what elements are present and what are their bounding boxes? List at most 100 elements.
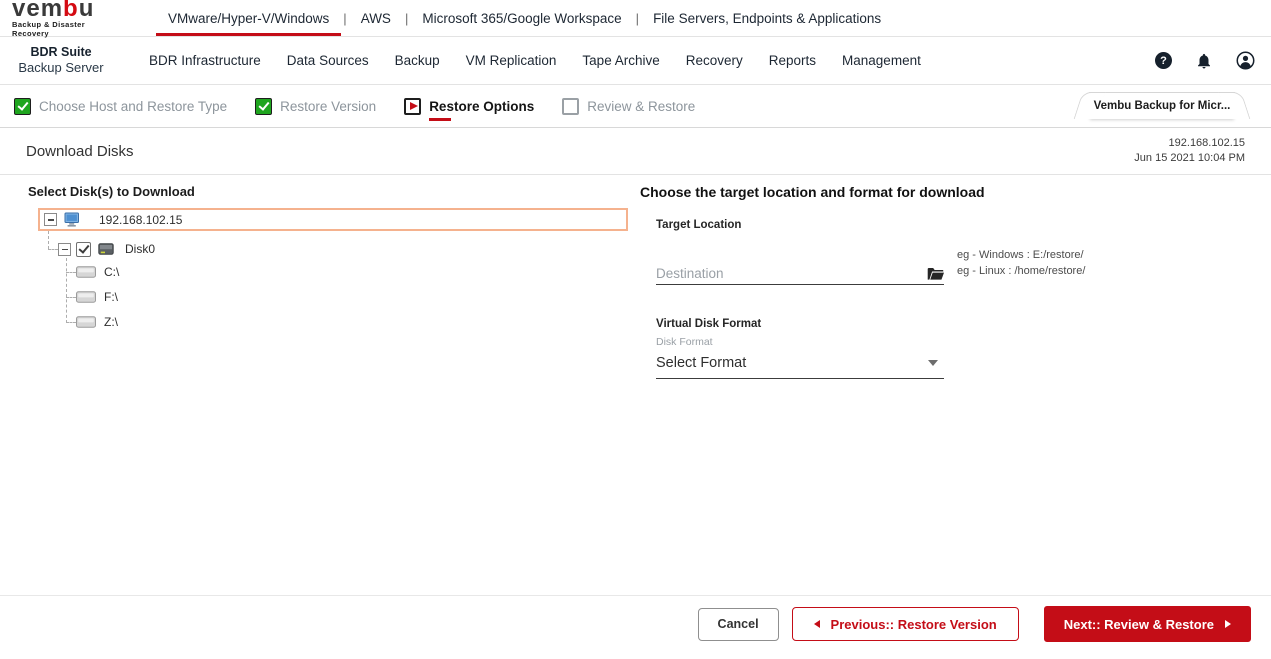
hard-disk-icon — [98, 242, 114, 256]
tree-volume-label: C:\ — [104, 265, 119, 279]
volume-drive-icon — [76, 316, 96, 328]
help-icon[interactable]: ? — [1155, 52, 1172, 69]
nav-item-recovery[interactable]: Recovery — [673, 53, 756, 68]
volume-drive-icon — [76, 266, 96, 278]
step-restore-version[interactable]: Restore Version — [255, 98, 376, 115]
virtual-disk-format-block: Virtual Disk Format Disk Format Select F… — [656, 318, 1271, 379]
page-header: Download Disks 192.168.102.15 Jun 15 202… — [0, 128, 1271, 175]
tree-connector — [66, 272, 76, 273]
step-restore-options[interactable]: Restore Options — [404, 98, 534, 115]
tree-connector — [48, 231, 49, 249]
step-active-play-icon — [404, 98, 421, 115]
step-label: Restore Version — [280, 99, 376, 114]
host-info: 192.168.102.15 Jun 15 2021 10:04 PM — [1134, 136, 1245, 166]
tree-node-host[interactable]: 192.168.102.15 — [38, 208, 628, 231]
target-options-title: Choose the target location and format fo… — [640, 184, 1271, 200]
previous-button[interactable]: Previous:: Restore Version — [792, 607, 1019, 641]
page-title: Download Disks — [26, 143, 134, 160]
nav-item-data-sources[interactable]: Data Sources — [274, 53, 382, 68]
nav-item-management[interactable]: Management — [829, 53, 934, 68]
computer-icon — [64, 212, 80, 228]
next-button[interactable]: Next:: Review & Restore — [1044, 606, 1251, 642]
logo-word: vembu — [12, 0, 124, 20]
tree-connector — [66, 258, 67, 323]
step-label: Review & Restore — [587, 99, 695, 114]
nav-item-reports[interactable]: Reports — [756, 53, 829, 68]
destination-hints: eg - Windows : E:/restore/ eg - Linux : … — [957, 248, 1085, 285]
hint-linux: eg - Linux : /home/restore/ — [957, 264, 1085, 280]
tree-node-volume-c[interactable]: C:\ — [76, 264, 119, 280]
product-tab-aws[interactable]: AWS — [347, 0, 405, 36]
product-tab-vmware-hyperv-windows[interactable]: VMware/Hyper-V/Windows — [154, 0, 343, 36]
tree-node-volume-z[interactable]: Z:\ — [76, 314, 118, 330]
arrow-right-icon — [1225, 620, 1231, 628]
tree-node-disk0[interactable]: Disk0 — [58, 240, 155, 258]
step-choose-host-and-restore-type[interactable]: Choose Host and Restore Type — [14, 98, 227, 115]
tree-connector — [66, 297, 76, 298]
target-location-block: Target Location eg - Windows : E:/restor… — [656, 219, 1271, 285]
chevron-down-icon — [928, 360, 938, 366]
target-location-label: Target Location — [656, 219, 1271, 231]
step-pending-checkbox-icon — [562, 98, 579, 115]
target-options-panel: Choose the target location and format fo… — [640, 175, 1271, 595]
nav-icons: ? — [1155, 51, 1255, 70]
disk0-checkbox[interactable] — [76, 242, 91, 257]
logo-tagline: Backup & Disaster Recovery — [12, 20, 124, 38]
hint-windows: eg - Windows : E:/restore/ — [957, 248, 1085, 264]
disk-selection-panel: Select Disk(s) to Download 192.168.102.1… — [0, 175, 640, 595]
step-label: Restore Options — [429, 99, 534, 114]
arrow-left-icon — [814, 620, 820, 628]
main-nav: BDR Infrastructure Data Sources Backup V… — [136, 53, 934, 68]
wizard-footer: Cancel Previous:: Restore Version Next::… — [0, 596, 1271, 652]
tab-label: Vembu Backup for Micr... — [1094, 100, 1231, 112]
restore-point-timestamp: Jun 15 2021 10:04 PM — [1134, 151, 1245, 166]
destination-input[interactable] — [656, 266, 921, 281]
top-bar: vembu Backup & Disaster Recovery VMware/… — [0, 0, 1271, 37]
step-done-checkbox-icon — [255, 98, 272, 115]
tree-node-volume-f[interactable]: F:\ — [76, 289, 118, 305]
step-review-and-restore[interactable]: Review & Restore — [562, 98, 695, 115]
tree-volume-label: Z:\ — [104, 315, 118, 329]
account-user-icon[interactable] — [1236, 51, 1255, 70]
logo-accent: b — [63, 0, 79, 22]
tree-host-label: 192.168.102.15 — [99, 213, 182, 227]
logo-prefix: vem — [12, 0, 63, 22]
previous-button-label: Previous:: Restore Version — [831, 617, 997, 632]
volume-drive-icon — [76, 291, 96, 303]
browse-folder-icon[interactable] — [927, 267, 944, 281]
virtual-disk-format-label: Virtual Disk Format — [656, 318, 1271, 330]
collapse-expander-icon[interactable] — [44, 213, 57, 226]
notifications-bell-icon[interactable] — [1195, 52, 1213, 70]
nav-item-bdr-infrastructure[interactable]: BDR Infrastructure — [136, 53, 274, 68]
nav-item-backup[interactable]: Backup — [382, 53, 453, 68]
main-nav-bar: BDR Suite Backup Server BDR Infrastructu… — [0, 37, 1271, 85]
disk-tree: 192.168.102.15 Disk0 C:\ F:\ — [38, 208, 628, 231]
tree-connector — [66, 322, 76, 323]
product-nav: VMware/Hyper-V/Windows | AWS | Microsoft… — [154, 0, 895, 36]
tab-vembu-backup-for-microsoft[interactable]: Vembu Backup for Micr... — [1089, 92, 1235, 119]
vembu-logo[interactable]: vembu Backup & Disaster Recovery — [12, 0, 124, 36]
logo-suffix: u — [79, 0, 95, 22]
host-ip: 192.168.102.15 — [1134, 136, 1245, 151]
step-label: Choose Host and Restore Type — [39, 99, 227, 114]
content-area: Select Disk(s) to Download 192.168.102.1… — [0, 175, 1271, 596]
product-line2: Backup Server — [0, 60, 122, 76]
product-tab-microsoft365-google[interactable]: Microsoft 365/Google Workspace — [408, 0, 635, 36]
nav-item-tape-archive[interactable]: Tape Archive — [569, 53, 672, 68]
product-name[interactable]: BDR Suite Backup Server — [0, 45, 122, 76]
disk-format-selected-value: Select Format — [656, 355, 928, 371]
tree-volume-label: F:\ — [104, 290, 118, 304]
product-tab-fileservers-endpoints[interactable]: File Servers, Endpoints & Applications — [639, 0, 895, 36]
wizard-steps-bar: Choose Host and Restore Type Restore Ver… — [0, 85, 1271, 128]
collapse-expander-icon[interactable] — [58, 243, 71, 256]
disk-format-label: Disk Format — [656, 336, 1271, 348]
step-done-checkbox-icon — [14, 98, 31, 115]
disk-selection-title: Select Disk(s) to Download — [28, 184, 640, 199]
tree-connector — [48, 249, 58, 250]
destination-input-wrap — [656, 248, 944, 285]
next-button-label: Next:: Review & Restore — [1064, 617, 1214, 632]
cancel-button[interactable]: Cancel — [698, 608, 779, 641]
disk-format-select[interactable]: Select Format — [656, 350, 944, 379]
product-line1: BDR Suite — [0, 45, 122, 60]
nav-item-vm-replication[interactable]: VM Replication — [453, 53, 570, 68]
